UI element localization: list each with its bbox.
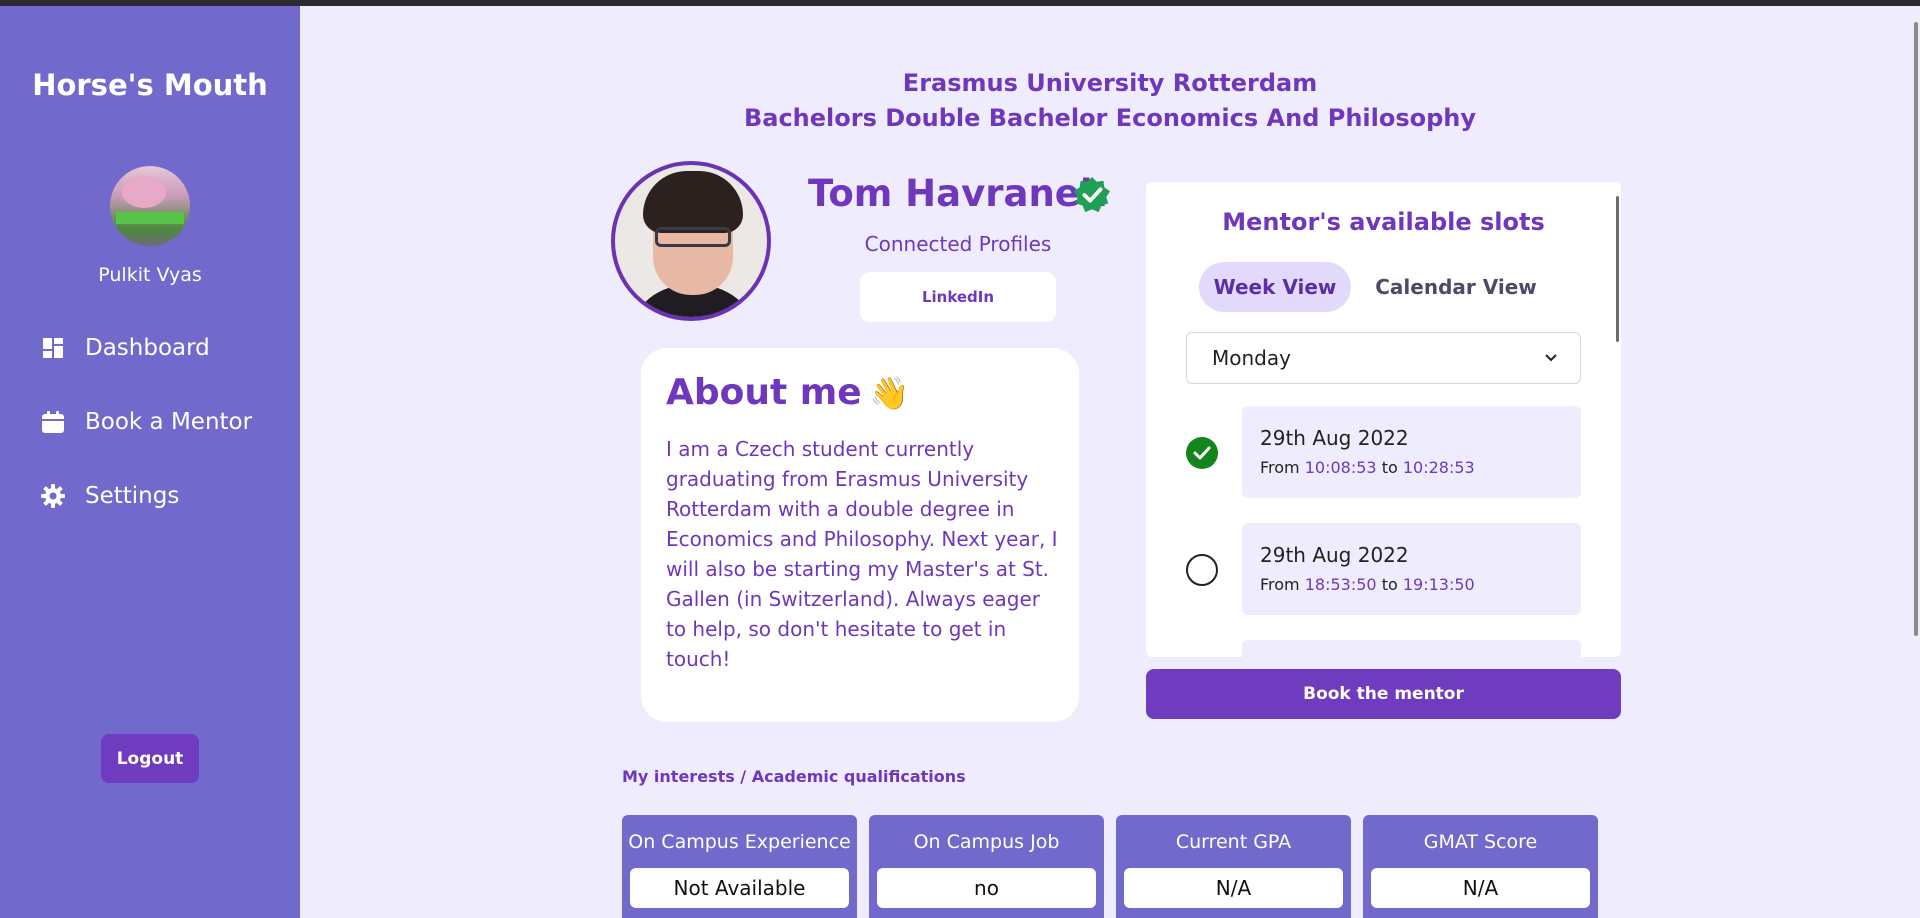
program-header: Erasmus University Rotterdam Bachelors D… bbox=[600, 66, 1620, 136]
sidebar-item-settings[interactable]: Settings bbox=[40, 476, 270, 516]
slot-time-range: From 10:08:53 to 10:28:53 bbox=[1260, 458, 1475, 477]
slot-card[interactable]: 29th Aug 2022 From 10:08:53 to 10:28:53 bbox=[1242, 406, 1581, 498]
slot-time-range: From 18:53:50 to 19:13:50 bbox=[1260, 575, 1475, 594]
qualification-card: On Campus Experience Not Available bbox=[622, 815, 857, 918]
qualification-card: On Campus Job no bbox=[869, 815, 1104, 918]
qualification-label: On Campus Experience bbox=[628, 831, 851, 853]
university-name: Erasmus University Rotterdam bbox=[902, 69, 1318, 97]
user-name: Pulkit Vyas bbox=[98, 264, 202, 286]
slot-date: 29th Aug 2022 bbox=[1260, 426, 1409, 450]
slot-start-time: 18:53:50 bbox=[1304, 575, 1377, 594]
slot-end-time: 10:28:53 bbox=[1402, 458, 1475, 477]
dashboard-icon bbox=[40, 335, 66, 361]
calendar-icon bbox=[40, 409, 66, 435]
slots-title: Mentor's available slots bbox=[1222, 208, 1545, 236]
qualifications-title: My interests / Academic qualifications bbox=[622, 767, 966, 786]
qualification-card: GMAT Score N/A bbox=[1363, 815, 1598, 918]
about-text: I am a Czech student currently graduatin… bbox=[666, 437, 1058, 671]
tab-week-view[interactable]: Week View bbox=[1199, 262, 1351, 312]
connected-profiles-label: Connected Profiles bbox=[864, 232, 1052, 256]
gear-icon bbox=[40, 483, 66, 509]
day-select[interactable]: Monday bbox=[1186, 332, 1581, 384]
program-name: Bachelors Double Bachelor Economics And … bbox=[743, 104, 1477, 132]
page-scrollbar[interactable] bbox=[1914, 22, 1918, 636]
slot-end-time: 19:13:50 bbox=[1402, 575, 1475, 594]
qualification-value: N/A bbox=[1124, 868, 1343, 908]
sidebar: Horse's Mouth Pulkit Vyas Dashboard Book… bbox=[0, 6, 300, 918]
about-title: About me 👋 bbox=[666, 372, 910, 413]
slot-start-time: 10:08:53 bbox=[1304, 458, 1377, 477]
qualification-value: no bbox=[877, 868, 1096, 908]
qualification-label: GMAT Score bbox=[1423, 831, 1538, 853]
sidebar-item-dashboard[interactable]: Dashboard bbox=[40, 328, 270, 368]
tab-calendar-view[interactable]: Calendar View bbox=[1366, 262, 1546, 312]
waving-hand-emoji: 👋 bbox=[869, 374, 910, 412]
day-select-value: Monday bbox=[1212, 346, 1291, 370]
verified-badge-icon bbox=[1073, 176, 1111, 213]
sidebar-item-label: Book a Mentor bbox=[85, 409, 253, 435]
sidebar-item-label: Settings bbox=[85, 483, 180, 509]
slot-card-partial[interactable] bbox=[1242, 640, 1581, 657]
slot-radio[interactable] bbox=[1186, 554, 1218, 586]
chevron-down-icon bbox=[1545, 354, 1557, 362]
qualification-value: Not Available bbox=[630, 868, 849, 908]
mentor-photo bbox=[611, 161, 771, 321]
slots-panel: Mentor's available slots Week View Calen… bbox=[1146, 182, 1621, 657]
brand-title: Horse's Mouth bbox=[32, 68, 268, 102]
logout-button[interactable]: Logout bbox=[101, 734, 199, 783]
slot-date: 29th Aug 2022 bbox=[1260, 543, 1409, 567]
slot-radio-selected[interactable] bbox=[1186, 437, 1218, 469]
book-mentor-button[interactable]: Book the mentor bbox=[1146, 669, 1621, 719]
slot-card[interactable]: 29th Aug 2022 From 18:53:50 to 19:13:50 bbox=[1242, 523, 1581, 615]
qualification-label: On Campus Job bbox=[913, 831, 1060, 853]
qualification-label: Current GPA bbox=[1175, 831, 1292, 853]
about-card: About me 👋 I am a Czech student currently… bbox=[641, 348, 1079, 722]
linkedin-button[interactable]: LinkedIn bbox=[860, 272, 1056, 322]
sidebar-item-book-mentor[interactable]: Book a Mentor bbox=[40, 402, 270, 442]
mentor-name: Tom Havranek bbox=[808, 172, 1105, 215]
avatar[interactable] bbox=[110, 166, 190, 246]
qualification-card: Current GPA N/A bbox=[1116, 815, 1351, 918]
sidebar-item-label: Dashboard bbox=[85, 335, 210, 361]
qualification-value: N/A bbox=[1371, 868, 1590, 908]
